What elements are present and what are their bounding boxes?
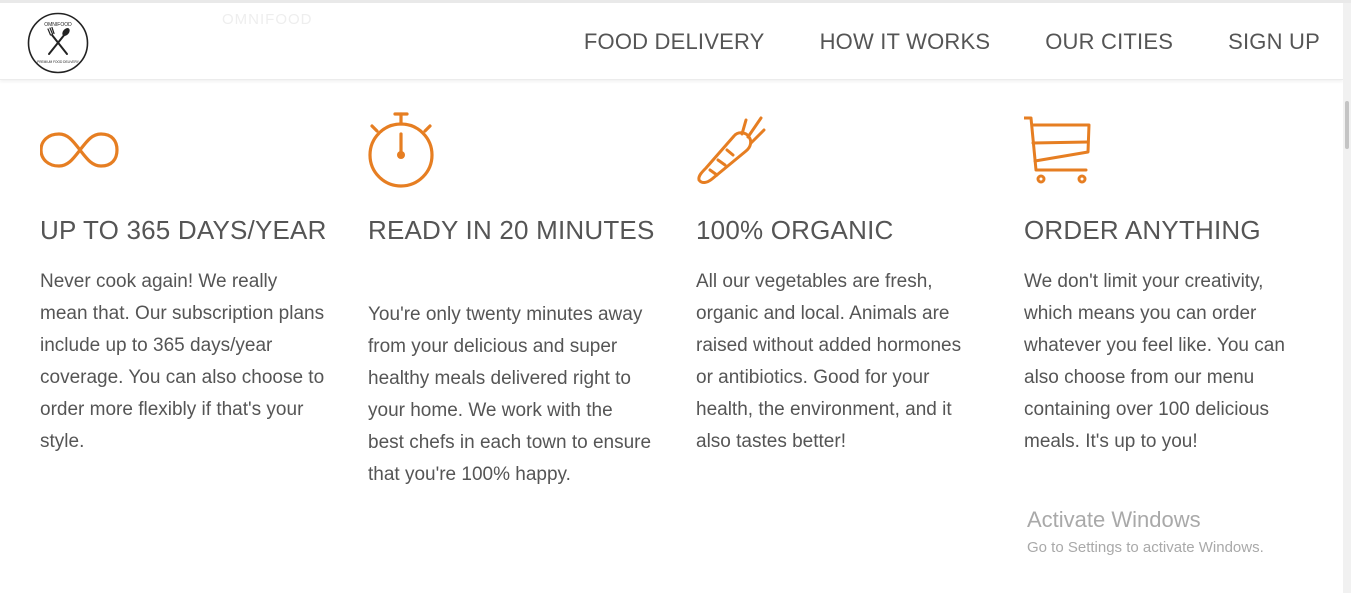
feature-text: We don't limit your creativity, which me…: [1024, 271, 1285, 452]
feature-title: READY IN 20 MINUTES: [368, 215, 655, 245]
feature-title: UP TO 365 DAYS/YEAR: [40, 215, 327, 245]
svg-text:PREMIUM FOOD DELIVERY: PREMIUM FOOD DELIVERY: [37, 60, 80, 64]
nav-link-sign-up[interactable]: SIGN UP: [1228, 29, 1320, 55]
windows-activation-watermark: Activate Windows Go to Settings to activ…: [1027, 506, 1264, 560]
main-nav: FOOD DELIVERY HOW IT WORKS OUR CITIES SI…: [529, 29, 1320, 55]
infinity-icon: [40, 132, 119, 168]
page-scrollbar[interactable]: [1343, 3, 1351, 593]
feature-title: ORDER ANYTHING: [1024, 215, 1261, 245]
feature-text: All our vegetables are fresh, organic an…: [696, 271, 962, 452]
ghost-brand-text: OMNIFOOD: [222, 11, 313, 28]
activation-subtitle: Go to Settings to activate Windows.: [1027, 539, 1264, 556]
activation-title: Activate Windows: [1027, 507, 1201, 532]
feature-title: 100% ORGANIC: [696, 215, 894, 245]
feature-text: You're only twenty minutes away from you…: [368, 304, 652, 485]
stopwatch-icon: [368, 112, 434, 188]
logo[interactable]: OMNIFOOD PREMIUM FOOD DELIVERY: [27, 12, 89, 74]
carrot-icon: [697, 116, 766, 184]
nav-link-food-delivery[interactable]: FOOD DELIVERY: [584, 29, 765, 55]
nav-link-how-it-works[interactable]: HOW IT WORKS: [820, 29, 991, 55]
scrollbar-thumb[interactable]: [1345, 101, 1349, 149]
feature-text: Never cook again! We really mean that. O…: [40, 271, 325, 452]
cart-icon: [1024, 116, 1091, 184]
navigation-bar: OMNIFOOD PREMIUM FOOD DELIVERY OMNIFOOD …: [0, 3, 1343, 80]
nav-link-our-cities[interactable]: OUR CITIES: [1045, 29, 1173, 55]
svg-text:OMNIFOOD: OMNIFOOD: [44, 22, 72, 28]
